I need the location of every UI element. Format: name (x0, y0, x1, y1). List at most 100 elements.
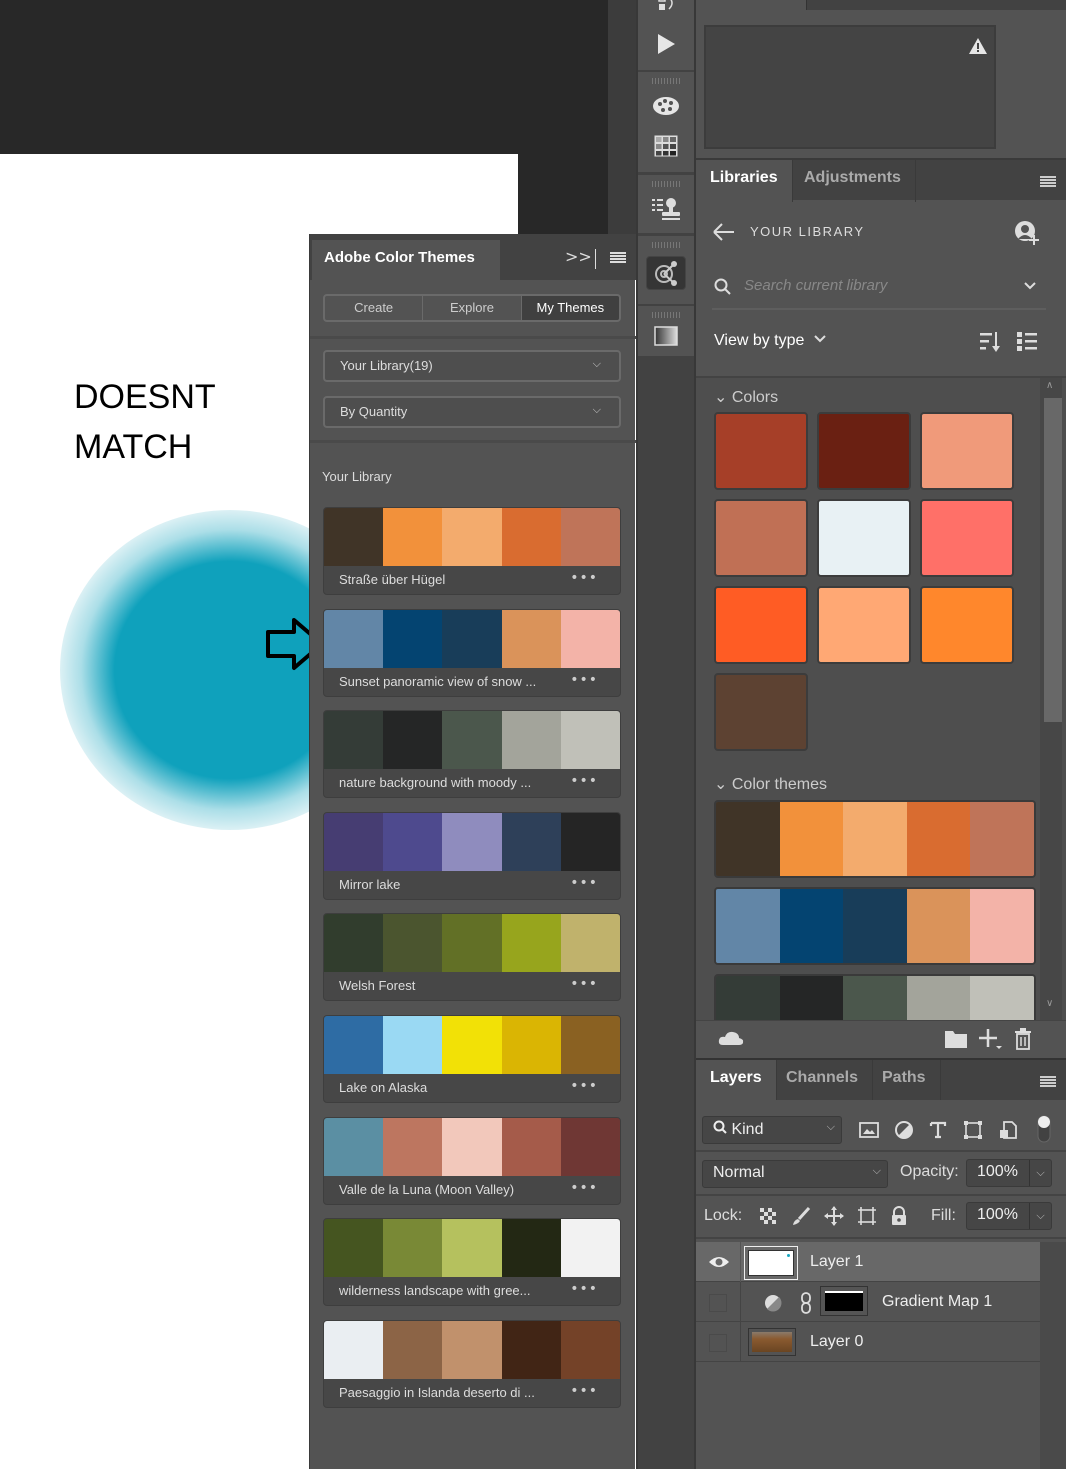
theme-swatch[interactable] (383, 1219, 443, 1278)
tab-channels[interactable]: Channels (772, 1060, 874, 1102)
drag-grip[interactable] (652, 78, 680, 84)
theme-swatch[interactable] (383, 914, 443, 973)
theme-swatch[interactable] (383, 1320, 443, 1379)
theme-swatch[interactable] (560, 1219, 620, 1278)
theme-swatch[interactable] (560, 914, 620, 973)
layer-name[interactable]: Layer 0 (810, 1333, 863, 1351)
history-brush-icon[interactable] (652, 0, 680, 20)
library-color-swatch[interactable] (920, 586, 1014, 664)
library-color-theme[interactable] (714, 800, 1036, 878)
theme-swatch[interactable] (560, 1117, 620, 1176)
theme-swatch[interactable] (324, 812, 384, 871)
theme-card[interactable]: Lake on Alaska ••• (323, 1015, 621, 1103)
theme-swatch[interactable] (501, 609, 561, 668)
theme-swatch[interactable] (560, 609, 620, 668)
theme-swatch[interactable] (501, 711, 561, 770)
chevron-down-icon[interactable] (1022, 278, 1038, 294)
library-color-swatch[interactable] (714, 586, 808, 664)
theme-swatch[interactable] (501, 914, 561, 973)
smart-object-filter-icon[interactable] (998, 1120, 1018, 1140)
link-chain-icon[interactable] (800, 1292, 812, 1314)
invite-user-icon[interactable] (1014, 220, 1040, 246)
more-options-icon[interactable]: ••• (570, 976, 598, 992)
blend-mode-select[interactable]: Normal ⌵ (702, 1160, 888, 1188)
scroll-down-icon[interactable]: ∨ (1046, 998, 1053, 1009)
tab-paths[interactable]: Paths (868, 1060, 941, 1102)
opacity-input[interactable]: 100% ⌵ (966, 1159, 1052, 1187)
theme-card[interactable]: Straße über Hügel ••• (323, 507, 621, 595)
theme-swatch[interactable] (501, 1117, 561, 1176)
type-layer-filter-icon[interactable] (928, 1120, 948, 1140)
trash-icon[interactable] (1014, 1028, 1032, 1050)
tab-adjustments[interactable]: Adjustments (790, 160, 916, 202)
list-view-icon[interactable] (1015, 330, 1041, 354)
theme-swatch[interactable] (501, 1320, 561, 1379)
panel-title-tab[interactable]: Adobe Color Themes (312, 240, 500, 280)
theme-card[interactable]: Sunset panoramic view of snow ... ••• (323, 608, 621, 697)
library-color-swatch[interactable] (714, 673, 808, 751)
shape-layer-filter-icon[interactable] (962, 1120, 984, 1140)
color-themes-section-header[interactable]: ⌄ Color themes (714, 774, 827, 794)
warning-icon[interactable] (968, 37, 988, 55)
theme-swatch[interactable] (383, 812, 443, 871)
theme-swatch[interactable] (324, 1320, 384, 1379)
view-by-type-dropdown[interactable]: View by type (714, 332, 827, 350)
tab-layers[interactable]: Layers (696, 1060, 777, 1102)
theme-card[interactable]: wilderness landscape with gree... ••• (323, 1218, 621, 1307)
tab-create[interactable]: Create (325, 296, 424, 320)
theme-swatch[interactable] (324, 508, 384, 566)
drag-grip[interactable] (652, 181, 680, 187)
filter-kind-select[interactable]: Kind ⌵ (702, 1116, 842, 1144)
chevron-down-icon[interactable]: ⌵ (1029, 1160, 1051, 1186)
lock-transparent-pixels-icon[interactable] (758, 1206, 778, 1226)
theme-swatch[interactable] (324, 1219, 384, 1278)
pixel-layer-filter-icon[interactable] (858, 1120, 880, 1140)
scrollbar[interactable]: ∧ ∨ (1040, 378, 1062, 1022)
theme-swatch[interactable] (324, 711, 384, 770)
filter-toggle-switch[interactable] (1036, 1114, 1052, 1144)
tab-my-themes[interactable]: My Themes (521, 296, 619, 320)
tab-libraries[interactable]: Libraries (696, 160, 793, 202)
theme-swatch[interactable] (383, 711, 443, 770)
theme-swatch[interactable] (324, 914, 384, 973)
theme-swatch[interactable] (442, 609, 502, 668)
play-actions-icon[interactable] (652, 30, 680, 58)
theme-swatch[interactable] (501, 1016, 561, 1074)
library-search[interactable]: Search current library (712, 274, 1046, 310)
layer-row-layer-0[interactable]: Layer 0 (696, 1322, 1040, 1362)
layer-name[interactable]: Layer 1 (810, 1253, 863, 1271)
theme-swatch[interactable] (560, 1016, 620, 1074)
visibility-toggle[interactable] (709, 1334, 727, 1352)
visibility-toggle[interactable] (709, 1294, 727, 1312)
tab-explore[interactable]: Explore (423, 296, 522, 320)
collapse-panel-button[interactable]: >> (565, 247, 592, 266)
theme-swatch[interactable] (501, 812, 561, 871)
library-color-swatch[interactable] (817, 586, 911, 664)
sort-select[interactable]: By Quantity ⌵ (323, 396, 621, 428)
theme-swatch[interactable] (442, 1219, 502, 1278)
theme-swatch[interactable] (442, 711, 502, 770)
more-options-icon[interactable]: ••• (570, 1383, 598, 1399)
library-color-swatch[interactable] (817, 412, 911, 490)
theme-swatch[interactable] (442, 508, 502, 566)
lock-artboard-icon[interactable] (857, 1206, 877, 1226)
swatches-grid-icon[interactable] (652, 132, 680, 160)
add-icon[interactable] (978, 1028, 1002, 1050)
theme-swatch[interactable] (383, 609, 443, 668)
library-color-swatch[interactable] (714, 499, 808, 577)
theme-card[interactable]: Mirror lake ••• (323, 811, 621, 900)
more-options-icon[interactable]: ••• (570, 773, 598, 789)
theme-swatch[interactable] (560, 508, 620, 566)
theme-swatch[interactable] (442, 812, 502, 871)
layer-row-gradient-map-1[interactable]: Gradient Map 1 (696, 1282, 1040, 1322)
more-options-icon[interactable]: ••• (570, 672, 598, 688)
library-color-swatch[interactable] (920, 412, 1014, 490)
folder-icon[interactable] (944, 1029, 968, 1049)
theme-swatch[interactable] (560, 1320, 620, 1379)
sort-icon[interactable] (978, 330, 1004, 354)
layer-row-layer-1[interactable]: Layer 1 (696, 1242, 1040, 1282)
theme-swatch[interactable] (442, 1320, 502, 1379)
layer-name[interactable]: Gradient Map 1 (882, 1293, 992, 1311)
drag-grip[interactable] (652, 312, 680, 318)
drag-grip[interactable] (652, 242, 680, 248)
